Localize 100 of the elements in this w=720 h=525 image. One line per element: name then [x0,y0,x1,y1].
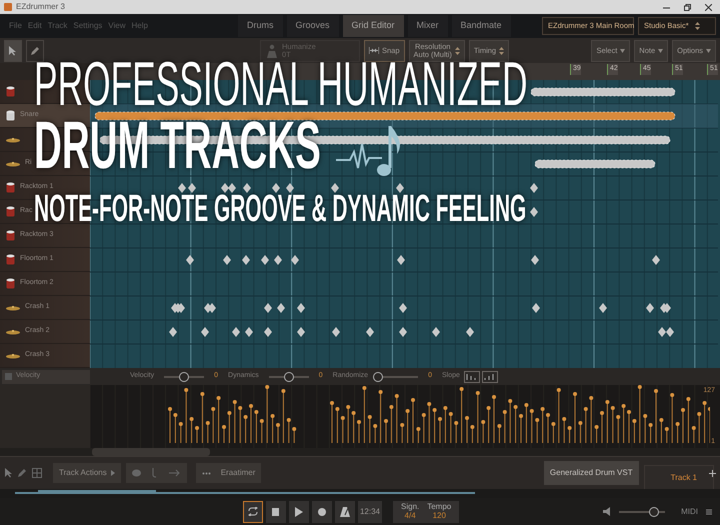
scrollbar-thumb[interactable] [92,448,210,456]
drum-icon[interactable] [6,206,15,217]
signature-value[interactable]: 4/4 [404,512,416,520]
slider-thumb[interactable] [373,372,384,382]
drum-icon[interactable] [6,110,15,121]
note-marker[interactable] [201,327,209,337]
tab[interactable]: Drums [238,15,282,37]
note-marker[interactable] [297,327,305,337]
menu-item[interactable]: Settings [70,20,106,32]
headline-text: PROFESSIONAL HUMANIZED [34,60,528,111]
tab[interactable]: Bandmate [452,15,511,37]
note-marker[interactable] [245,327,253,337]
note-marker[interactable] [277,303,285,313]
record-icon [317,506,327,516]
note-marker[interactable] [264,327,272,337]
tab[interactable]: Grooves [286,15,339,37]
add-icon[interactable] [709,470,716,476]
note-marker[interactable] [532,303,540,313]
drum-icon[interactable] [6,230,15,241]
drum-icon[interactable] [6,86,15,97]
note-marker[interactable] [169,327,177,337]
note-marker[interactable] [666,327,674,337]
pointer-tool-button[interactable] [4,40,22,62]
slope-down-icon[interactable] [482,370,498,382]
loop-icon [248,507,258,516]
stop-icon [271,506,281,516]
drummer-icon [265,44,279,58]
cymbal-icon[interactable] [6,160,20,166]
note-cluster[interactable] [94,112,676,120]
drum-icon[interactable] [6,182,15,193]
menu-item[interactable]: View [105,20,128,32]
lane-icon [5,373,12,380]
note-marker[interactable] [646,303,654,313]
instrument-button[interactable]: Generalized Drum VST [544,461,639,485]
note-marker[interactable] [599,303,607,313]
slider-thumb[interactable] [179,372,190,382]
note-marker[interactable] [242,255,250,265]
tab[interactable]: Mixer [408,15,448,37]
note-marker[interactable] [366,327,374,337]
slope-up-icon[interactable] [464,370,480,382]
cymbal-icon[interactable] [6,328,20,334]
menu-item[interactable]: Edit [24,20,45,32]
note-marker[interactable] [332,327,340,337]
note-marker[interactable] [177,303,185,313]
record-button[interactable] [312,500,332,522]
track-actions-dropdown[interactable]: Track Actions [53,463,121,483]
note-marker[interactable] [658,327,666,337]
note-marker[interactable] [530,207,538,217]
note-marker[interactable] [466,327,474,337]
note-marker[interactable] [261,255,269,265]
tab[interactable]: Grid Editor [342,15,404,37]
pointer-icon[interactable] [4,468,12,478]
note-marker[interactable] [432,327,440,337]
menu-icon[interactable] [706,508,712,514]
note-cluster[interactable] [530,88,676,96]
pencil-tool-button[interactable] [26,40,44,62]
note-marker[interactable] [297,303,305,313]
note-marker[interactable] [530,183,538,193]
note-cluster[interactable] [534,160,656,168]
note-marker[interactable] [663,303,671,313]
cymbal-icon[interactable] [6,352,20,358]
note-marker[interactable] [397,255,405,265]
note-marker[interactable] [274,255,282,265]
cymbal-icon[interactable] [6,304,20,310]
up-down-icon [454,46,460,54]
note-marker[interactable] [208,303,216,313]
note-marker[interactable] [186,255,194,265]
volume-thumb[interactable] [648,506,659,516]
close-icon[interactable] [705,4,712,10]
note-marker[interactable] [264,303,272,313]
caret-icon [658,48,664,52]
play-button[interactable] [289,500,309,522]
metronome-button[interactable] [335,500,355,522]
signature-label: Sign. [401,502,420,512]
stop-button[interactable] [266,500,286,522]
erase-timer-button[interactable]: Eraatimer [196,463,262,483]
play-icon [294,506,304,516]
slider-thumb[interactable] [284,372,294,382]
note-marker[interactable] [232,327,240,337]
cymbal-icon[interactable] [6,136,20,142]
note-marker[interactable] [291,255,299,265]
menu-item[interactable]: Track [44,20,70,32]
loop-button[interactable] [243,500,263,522]
note-marker[interactable] [652,255,660,265]
note-marker[interactable] [399,327,407,337]
caret-icon [620,48,626,52]
restore-icon[interactable] [684,4,691,10]
note-marker[interactable] [399,303,407,313]
drum-icon[interactable] [6,254,15,265]
menu-item[interactable]: Help [128,20,151,32]
caret-icon [706,48,711,52]
note-marker[interactable] [223,255,231,265]
time-display: 12:34 [358,500,382,522]
drum-icon[interactable] [6,278,15,289]
menu-item[interactable]: File [6,20,25,32]
track-tab[interactable]: Track 1 [644,465,714,489]
pencil-icon[interactable] [17,468,27,478]
tempo-value[interactable]: 120 [432,512,446,520]
grid-icon[interactable] [32,468,42,478]
note-marker[interactable] [531,255,539,265]
